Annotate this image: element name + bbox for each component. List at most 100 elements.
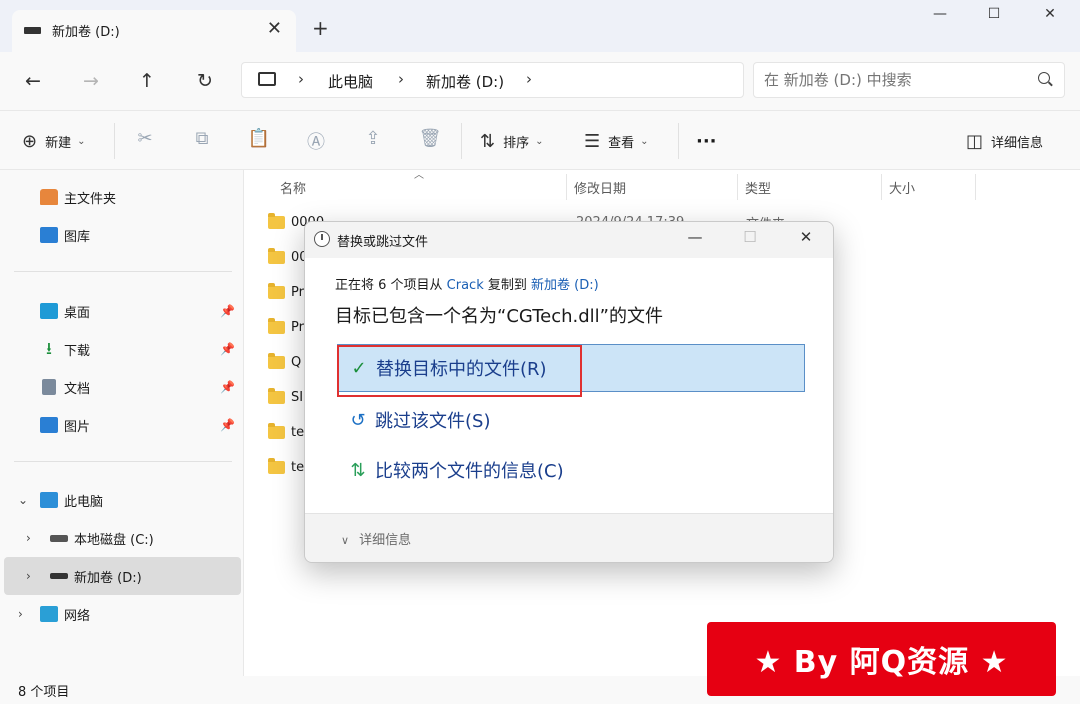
source-folder-link[interactable]: Crack xyxy=(447,278,484,293)
sidebar-item-network[interactable]: › 网络 xyxy=(4,595,241,633)
sidebar-item-label: 图库 xyxy=(64,229,91,245)
file-name: Pr xyxy=(291,284,304,300)
sidebar-item-desktop[interactable]: 桌面 📌 xyxy=(4,292,241,330)
download-icon: ⭳ xyxy=(46,339,52,359)
column-header-type[interactable]: 类型 xyxy=(745,178,771,197)
new-tab-button[interactable]: + xyxy=(312,16,329,40)
destination-folder-link[interactable]: 新加卷 (D:) xyxy=(531,278,599,293)
folder-icon xyxy=(268,387,285,404)
sidebar-item-label: 下载 xyxy=(64,343,91,359)
paste-icon[interactable]: 📋 xyxy=(246,128,272,154)
sidebar-item-this-pc[interactable]: ⌄ 此电脑 xyxy=(4,481,241,519)
toolbar-divider xyxy=(114,123,115,159)
sidebar-item-gallery[interactable]: 图库 xyxy=(4,216,241,254)
new-button[interactable]: ⊕ 新建 ⌄ xyxy=(22,128,86,154)
network-icon xyxy=(40,606,58,622)
dialog-minimize-button[interactable]: — xyxy=(681,228,709,252)
up-button[interactable]: ↑ xyxy=(132,66,162,96)
address-bar[interactable]: › 此电脑 › 新加卷 (D:) › xyxy=(241,62,744,98)
chevron-right-icon[interactable]: › xyxy=(526,70,532,88)
sidebar-item-drive-d[interactable]: › 新加卷 (D:) xyxy=(4,557,241,595)
forward-button[interactable]: → xyxy=(76,66,106,96)
chevron-down-icon[interactable]: ⌄ xyxy=(18,493,28,507)
local-disk-icon xyxy=(50,534,68,542)
sidebar-divider xyxy=(14,461,232,462)
share-icon[interactable]: ⇪ xyxy=(360,128,386,154)
breadcrumb-this-pc[interactable]: 此电脑 xyxy=(328,71,373,92)
folder-icon xyxy=(268,317,285,334)
column-header-name[interactable]: 名称 xyxy=(280,178,306,197)
pin-icon[interactable]: 📌 xyxy=(220,380,235,394)
sidebar-item-downloads[interactable]: ⭳ 下载 📌 xyxy=(4,330,241,368)
column-divider[interactable] xyxy=(737,174,738,200)
folder-icon xyxy=(268,282,285,299)
skip-file-label: 跳过该文件(S) xyxy=(375,411,491,432)
rename-icon[interactable]: Ⓐ xyxy=(303,128,329,154)
item-count: 8 个项目 xyxy=(18,685,70,700)
sidebar-item-label: 本地磁盘 (C:) xyxy=(74,532,154,548)
chevron-down-icon: ⌄ xyxy=(640,135,649,147)
column-header-size[interactable]: 大小 xyxy=(889,178,915,197)
sort-button[interactable]: ⇅ 排序 ⌄ xyxy=(480,128,544,154)
search-icon[interactable] xyxy=(1038,72,1050,84)
sidebar-item-label: 此电脑 xyxy=(64,494,104,510)
file-name: Pr xyxy=(291,319,304,335)
back-button[interactable]: ← xyxy=(18,66,48,96)
file-name: te xyxy=(291,459,305,475)
chevron-right-icon[interactable]: › xyxy=(18,607,23,621)
sidebar-item-pictures[interactable]: 图片 📌 xyxy=(4,406,241,444)
sidebar-item-documents[interactable]: 文档 📌 xyxy=(4,368,241,406)
column-divider[interactable] xyxy=(881,174,882,200)
search-box[interactable] xyxy=(753,62,1065,98)
tab-close-button[interactable]: ✕ xyxy=(267,18,282,39)
view-button-label: 查看 xyxy=(608,135,635,151)
dialog-footer: ∨ 详细信息 xyxy=(305,513,833,562)
skip-file-option[interactable]: ↺ 跳过该文件(S) xyxy=(337,396,805,444)
view-button[interactable]: ☰ 查看 ⌄ xyxy=(584,128,649,154)
maximize-button[interactable]: ☐ xyxy=(974,6,1014,30)
desktop-icon xyxy=(40,303,58,319)
column-divider[interactable] xyxy=(975,174,976,200)
compare-icon: ⇅ xyxy=(350,459,366,481)
folder-icon xyxy=(268,352,285,369)
sidebar-item-local-disk-c[interactable]: › 本地磁盘 (C:) xyxy=(4,519,241,557)
minimize-button[interactable]: — xyxy=(920,6,960,30)
refresh-button[interactable]: ↻ xyxy=(190,66,220,96)
details-pane-icon: ◫ xyxy=(966,130,984,152)
chevron-right-icon[interactable]: › xyxy=(298,70,304,88)
chevron-right-icon[interactable]: › xyxy=(26,569,31,583)
compare-files-option[interactable]: ⇅ 比较两个文件的信息(C) xyxy=(337,446,805,494)
skip-icon: ↺ xyxy=(350,409,366,431)
cut-icon[interactable]: ✂ xyxy=(132,128,158,154)
sidebar-item-home[interactable]: 主文件夹 xyxy=(4,178,241,216)
pin-icon[interactable]: 📌 xyxy=(220,418,235,432)
dialog-close-button[interactable]: ✕ xyxy=(792,228,820,252)
drive-icon xyxy=(24,27,41,34)
pin-icon[interactable]: 📌 xyxy=(220,342,235,356)
delete-icon[interactable]: 🗑 xyxy=(417,128,443,154)
dialog-maximize-button[interactable]: ☐ xyxy=(736,228,764,252)
details-pane-button[interactable]: ◫ 详细信息 xyxy=(966,128,1043,154)
documents-icon xyxy=(42,379,56,395)
navigation-bar: ← → ↑ ↻ › 此电脑 › 新加卷 (D:) › xyxy=(0,52,1080,110)
copy-icon[interactable]: ⧉ xyxy=(189,128,215,154)
dialog-title-bar[interactable]: 替换或跳过文件 — ☐ ✕ xyxy=(305,222,833,258)
chevron-right-icon[interactable]: › xyxy=(398,70,404,88)
search-input[interactable] xyxy=(764,69,1024,91)
sidebar-item-label: 主文件夹 xyxy=(64,191,117,207)
navigation-pane: 主文件夹 图库 桌面 📌 ⭳ 下载 📌 文档 📌 图片 📌 ⌄ 此电脑 › 本地… xyxy=(0,170,244,676)
close-window-button[interactable]: ✕ xyxy=(1030,6,1070,30)
pin-icon[interactable]: 📌 xyxy=(220,304,235,318)
column-header-date[interactable]: 修改日期 xyxy=(574,178,626,197)
file-name: SI xyxy=(291,389,304,405)
more-options-button[interactable]: ··· xyxy=(696,128,717,154)
column-divider[interactable] xyxy=(566,174,567,200)
tab-title: 新加卷 (D:) xyxy=(52,25,120,40)
chevron-down-icon: ⌄ xyxy=(77,135,86,147)
tab-drive-d[interactable]: 新加卷 (D:) ✕ xyxy=(12,10,296,52)
more-details-toggle[interactable]: ∨ 详细信息 xyxy=(341,529,411,548)
this-pc-icon xyxy=(40,492,58,508)
breadcrumb-drive-d[interactable]: 新加卷 (D:) xyxy=(426,71,504,92)
chevron-right-icon[interactable]: › xyxy=(26,531,31,545)
sidebar-divider xyxy=(14,271,232,272)
